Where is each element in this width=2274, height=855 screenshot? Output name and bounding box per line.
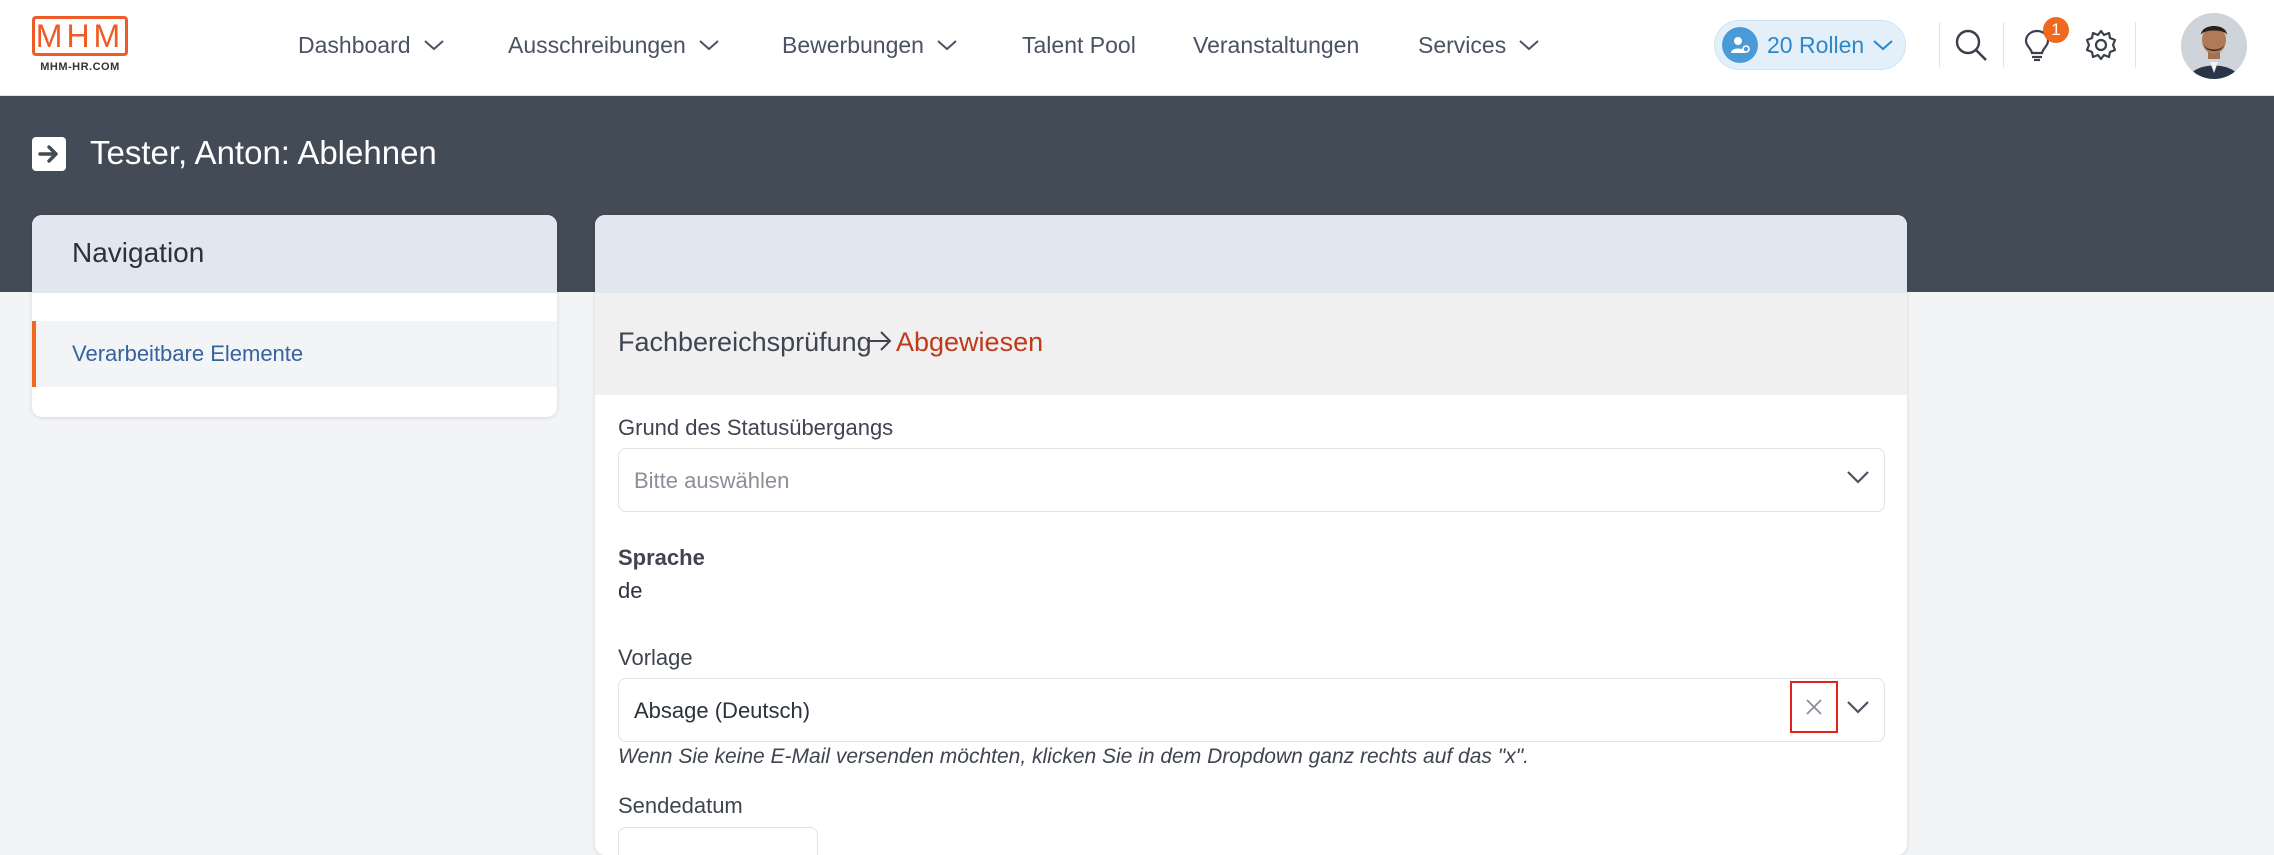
chevron-down-icon xyxy=(1519,40,1539,51)
chevron-down-icon xyxy=(699,40,719,51)
avatar[interactable] xyxy=(2181,13,2247,79)
chevron-down-icon xyxy=(937,40,957,51)
user-gear-icon xyxy=(1722,27,1758,63)
roles-button[interactable]: 20 Rollen xyxy=(1714,20,1906,70)
page-title: Tester, Anton: Ablehnen xyxy=(90,134,437,171)
nav-talent-pool[interactable]: Talent Pool xyxy=(1022,30,1136,60)
status-to: Abgewiesen xyxy=(896,327,1044,357)
nav-dashboard[interactable]: Dashboard xyxy=(298,30,445,60)
logo[interactable]: MHM MHM-HR.COM xyxy=(32,16,128,78)
nav-talent-pool-label: Talent Pool xyxy=(1022,31,1136,58)
nav-services[interactable]: Services xyxy=(1418,30,1540,60)
divider xyxy=(2003,22,2004,68)
nav-bewerbungen-label: Bewerbungen xyxy=(782,31,924,58)
clear-template-button[interactable] xyxy=(1790,681,1838,733)
chevron-down-icon xyxy=(423,40,444,51)
chevron-down-icon xyxy=(1873,40,1893,51)
gear-icon xyxy=(2085,29,2117,61)
nav-services-label: Services xyxy=(1418,31,1507,58)
form-panel: Fachbereichsprüfung Abgewiesen Grund des… xyxy=(595,215,1907,855)
form-panel-header xyxy=(595,215,1907,293)
arrow-right-box-icon xyxy=(32,137,66,171)
search-icon xyxy=(1955,29,1987,61)
navigation-panel-header: Navigation xyxy=(32,215,557,293)
logo-letters: MHM xyxy=(35,18,125,54)
navigation-panel: Navigation Verarbeitbare Elemente xyxy=(32,215,557,417)
reason-select[interactable]: Bitte auswählen xyxy=(618,448,1885,512)
nav-ausschreibungen-label: Ausschreibungen xyxy=(508,31,686,58)
reason-placeholder: Bitte auswählen xyxy=(634,468,790,493)
template-label: Vorlage xyxy=(618,645,693,670)
language-value: de xyxy=(618,578,643,603)
sidebar-item-verarbeitbare-elemente[interactable]: Verarbeitbare Elemente xyxy=(32,321,557,387)
reason-label: Grund des Statusübergangs xyxy=(618,415,894,440)
roles-label: 20 Rollen xyxy=(1767,31,1865,58)
divider xyxy=(1939,22,1940,68)
nav-veranstaltungen-label: Veranstaltungen xyxy=(1193,31,1360,58)
arrow-right-icon xyxy=(867,331,892,351)
language-label: Sprache xyxy=(618,545,705,570)
send-date-input[interactable] xyxy=(618,827,818,855)
top-navbar: MHM MHM-HR.COM Dashboard Ausschreibungen… xyxy=(0,0,2274,96)
search-button[interactable] xyxy=(1950,24,1992,66)
navigation-panel-title: Navigation xyxy=(72,237,205,268)
nav-ausschreibungen[interactable]: Ausschreibungen xyxy=(508,30,720,60)
logo-subtitle: MHM-HR.COM xyxy=(40,61,120,73)
send-date-label: Sendedatum xyxy=(618,793,743,818)
nav-dashboard-label: Dashboard xyxy=(298,31,411,58)
template-select[interactable]: Absage (Deutsch) xyxy=(618,678,1885,742)
status-transition: Fachbereichsprüfung Abgewiesen xyxy=(595,293,1907,395)
template-value: Absage (Deutsch) xyxy=(634,698,811,723)
nav-bewerbungen[interactable]: Bewerbungen xyxy=(782,30,958,60)
chevron-down-icon xyxy=(1846,699,1870,720)
close-icon xyxy=(1806,699,1822,715)
template-hint: Wenn Sie keine E-Mail versenden möchten,… xyxy=(618,745,1529,768)
status-from: Fachbereichsprüfung xyxy=(618,327,872,357)
divider xyxy=(2135,22,2136,68)
notification-badge: 1 xyxy=(2043,17,2069,43)
chevron-down-icon xyxy=(1846,469,1870,490)
settings-button[interactable] xyxy=(2080,24,2122,66)
nav-veranstaltungen[interactable]: Veranstaltungen xyxy=(1193,30,1359,60)
sidebar-item-label: Verarbeitbare Elemente xyxy=(72,341,304,366)
